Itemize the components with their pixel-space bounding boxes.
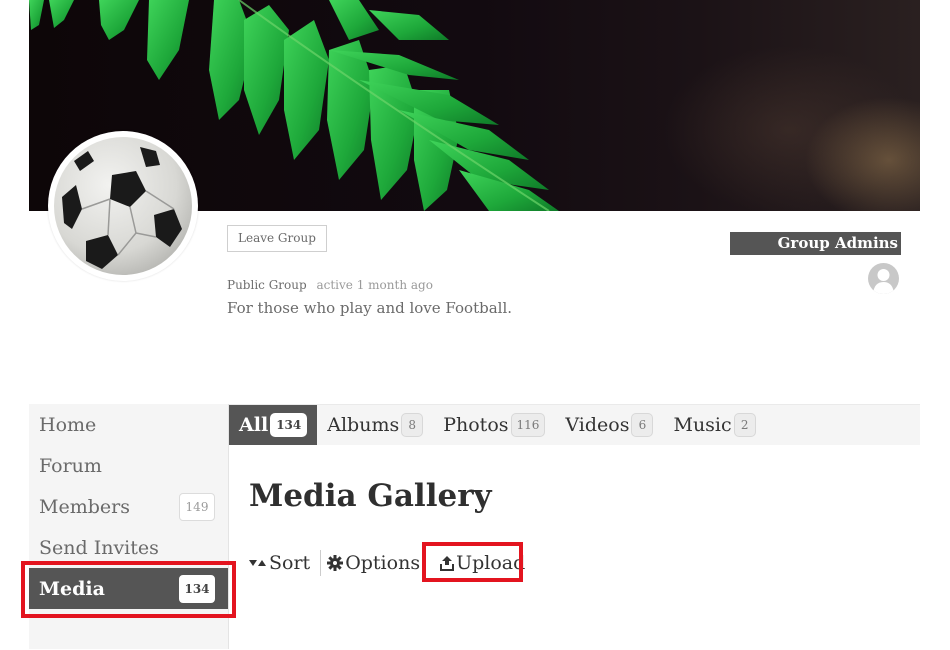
upload-label: Upload [456, 552, 526, 574]
user-silhouette-icon [873, 269, 894, 294]
nav-item-label: Media [39, 577, 105, 600]
nav-item-label: Forum [39, 454, 102, 477]
tab-videos[interactable]: Videos 6 [555, 405, 663, 445]
nav-item-send-invites[interactable]: Send Invites [29, 527, 228, 568]
group-meta: Public Group active 1 month ago [227, 278, 433, 292]
tab-label: Videos [565, 414, 630, 436]
group-avatar [48, 131, 198, 281]
nav-item-media[interactable]: Media 134 [29, 568, 228, 609]
tab-count: 6 [631, 413, 654, 437]
nav-item-members[interactable]: Members 149 [29, 486, 228, 527]
sort-arrows-icon [249, 560, 266, 566]
upload-button[interactable]: Upload [440, 552, 525, 574]
members-count-badge: 149 [179, 493, 215, 521]
group-description: For those who play and love Football. [227, 299, 513, 317]
nav-item-forum[interactable]: Forum [29, 445, 228, 486]
options-button[interactable]: Options [327, 552, 420, 574]
tab-albums[interactable]: Albums 8 [317, 405, 433, 445]
leave-group-button[interactable]: Leave Group [227, 225, 327, 252]
group-admins-heading: Group Admins [730, 232, 901, 255]
nav-item-label: Home [39, 413, 97, 436]
group-nav: Home Forum Members 149 Send Invites Medi… [29, 404, 229, 649]
tab-count: 8 [401, 413, 424, 437]
media-tabs: All 134 Albums 8 Photos 116 Videos 6 Mus… [229, 404, 920, 445]
sort-label: Sort [269, 552, 311, 574]
soccer-ball-icon [54, 137, 192, 275]
group-activity: active 1 month ago [316, 278, 433, 292]
tab-all[interactable]: All 134 [229, 405, 318, 445]
nav-item-label: Members [39, 495, 130, 518]
page-title: Media Gallery [249, 478, 492, 514]
tab-count: 2 [733, 413, 756, 437]
nav-item-home[interactable]: Home [29, 404, 228, 445]
group-type: Public Group [227, 278, 307, 292]
toolbar-divider [320, 550, 322, 576]
tab-count: 116 [510, 413, 546, 437]
media-toolbar: Sort Options Upload [249, 548, 525, 578]
tab-label: All [239, 414, 269, 436]
tab-music[interactable]: Music 2 [663, 405, 765, 445]
media-count-badge: 134 [179, 575, 215, 603]
gear-icon [327, 555, 344, 571]
nav-item-label: Send Invites [39, 536, 159, 559]
tab-label: Music [673, 414, 732, 436]
admin-avatar[interactable] [868, 263, 899, 294]
sort-button[interactable]: Sort [249, 552, 310, 574]
tab-label: Photos [443, 414, 509, 436]
upload-icon [440, 556, 455, 571]
tab-label: Albums [327, 414, 400, 436]
tab-count: 134 [270, 413, 308, 437]
options-label: Options [345, 552, 421, 574]
tab-photos[interactable]: Photos 116 [433, 405, 555, 445]
